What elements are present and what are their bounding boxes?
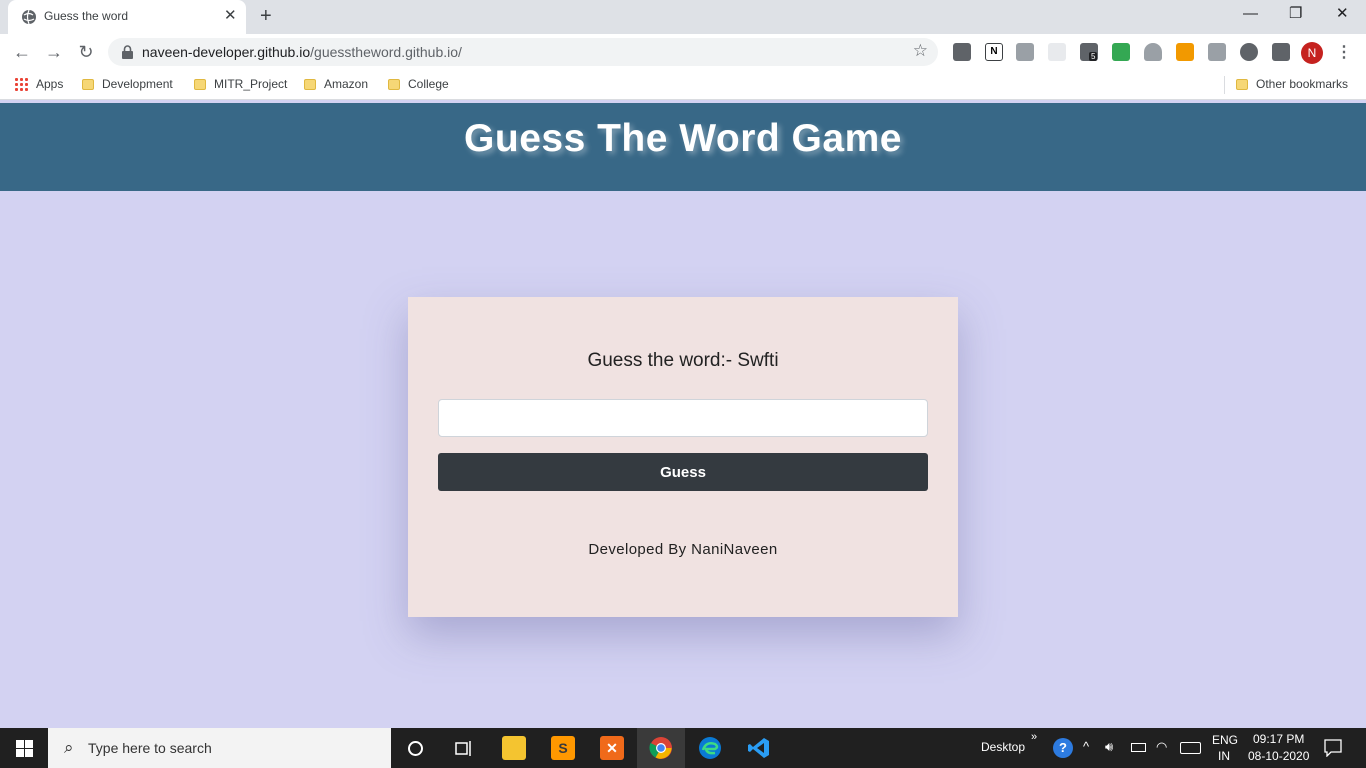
globe-icon	[22, 9, 36, 25]
start-button[interactable]	[0, 728, 48, 768]
extension-icon-1[interactable]	[953, 43, 971, 61]
guess-button[interactable]: Guess	[438, 453, 928, 491]
extension-badge-count: 5	[1089, 52, 1098, 61]
file-explorer-icon[interactable]	[502, 736, 526, 760]
browser-tabstrip: Guess the word ✕ + — ❐ ✕	[0, 0, 1366, 34]
browser-menu-icon[interactable]: ⋮	[1336, 42, 1352, 62]
guess-input[interactable]	[438, 399, 928, 437]
browser-toolbar: ← → ↻ naveen-developer.github.io/guessth…	[0, 34, 1366, 70]
puzzle-icon[interactable]	[1272, 43, 1290, 61]
bookmark-star-icon[interactable]: ☆	[913, 41, 928, 61]
bookmarks-bar: Apps Development MITR_Project Amazon Col…	[0, 70, 1366, 100]
show-hidden-icons-chevron-icon[interactable]: ^	[1083, 739, 1089, 754]
folder-icon	[388, 79, 400, 90]
apps-grid-icon	[14, 77, 28, 91]
download-icon[interactable]	[1144, 43, 1162, 61]
edge-icon[interactable]	[698, 736, 722, 760]
bookmark-other[interactable]: Other bookmarks	[1236, 77, 1348, 91]
bookmark-label: Other bookmarks	[1256, 77, 1349, 91]
wifi-icon[interactable]: ◠	[1156, 739, 1167, 755]
bookmark-label: MITR_Project	[214, 77, 288, 91]
extension-icon-circle[interactable]	[1240, 43, 1258, 61]
xampp-icon[interactable]: ✕	[600, 736, 624, 760]
vscode-icon[interactable]	[747, 736, 771, 760]
bookmark-label: College	[408, 77, 449, 91]
page-header: Guess The Word Game	[0, 103, 1366, 191]
restore-button[interactable]: ❐	[1289, 4, 1302, 24]
lock-icon	[122, 45, 133, 59]
url-host: naveen-developer.github.io	[142, 44, 311, 60]
minimize-button[interactable]: —	[1243, 4, 1258, 24]
bookmark-amazon[interactable]: Amazon	[304, 77, 368, 91]
bookmark-apps[interactable]: Apps	[14, 77, 63, 91]
game-card: Guess the word:- Swfti Guess Developed B…	[408, 297, 958, 617]
extension-icon-orange[interactable]	[1176, 43, 1194, 61]
clock-time[interactable]: 09:17 PM	[1253, 732, 1304, 746]
region-label[interactable]: IN	[1218, 749, 1230, 763]
bookmark-college[interactable]: College	[388, 77, 449, 91]
folder-icon	[194, 79, 206, 90]
folder-icon	[304, 79, 316, 90]
extension-icon-r[interactable]	[1208, 43, 1226, 61]
search-icon: ⌕	[64, 738, 74, 757]
tab-close-icon[interactable]: ✕	[224, 8, 237, 24]
taskbar-search[interactable]: ⌕ Type here to search	[48, 728, 391, 768]
notifications-icon[interactable]	[1324, 739, 1342, 757]
sublime-text-icon[interactable]: S	[551, 736, 575, 760]
volume-icon[interactable]: 🔊︎	[1105, 739, 1113, 755]
bookmark-mitr-project[interactable]: MITR_Project	[194, 77, 287, 91]
address-bar[interactable]: naveen-developer.github.io/guesstheword.…	[108, 38, 938, 66]
url-path: /guesstheword.github.io/	[310, 44, 462, 60]
close-window-button[interactable]: ✕	[1336, 4, 1349, 24]
search-placeholder: Type here to search	[88, 740, 212, 756]
clock-date[interactable]: 08-10-2020	[1248, 749, 1309, 763]
word-prompt: Guess the word:- Swfti	[587, 350, 779, 371]
tab-title: Guess the word	[44, 9, 129, 23]
toolbar-chevron-icon[interactable]: »	[1031, 731, 1037, 743]
windows-taskbar: ⌕ Type here to search S ✕ Desktop » ? ^ …	[0, 728, 1366, 768]
extension-icon-grid[interactable]	[1048, 43, 1066, 61]
extension-icon-badge[interactable]: 5	[1080, 43, 1098, 61]
forward-button[interactable]: →	[42, 41, 66, 63]
bookmarks-divider	[1224, 76, 1225, 94]
new-tab-button[interactable]: +	[260, 5, 272, 27]
folder-icon	[82, 79, 94, 90]
developer-credit: Developed By NaniNaveen	[588, 541, 778, 558]
browser-tab[interactable]: Guess the word ✕	[8, 0, 246, 34]
back-button[interactable]: ←	[10, 41, 34, 63]
help-icon[interactable]: ?	[1053, 738, 1073, 758]
profile-avatar[interactable]: N	[1301, 42, 1323, 64]
chrome-icon	[649, 737, 672, 759]
windows-logo-icon	[16, 740, 33, 757]
cortana-icon[interactable]	[407, 740, 424, 757]
battery-icon[interactable]	[1131, 743, 1146, 752]
bookmark-label: Amazon	[324, 77, 369, 91]
language-label[interactable]: ENG	[1212, 733, 1238, 747]
url-text[interactable]: naveen-developer.github.io/guesstheword.…	[142, 44, 462, 60]
task-view-icon[interactable]	[455, 740, 473, 757]
camera-icon[interactable]	[1016, 43, 1034, 61]
desktop-toolbar-label[interactable]: Desktop	[981, 740, 1025, 754]
reload-button[interactable]: ↻	[74, 41, 98, 63]
bookmark-label: Apps	[36, 77, 64, 91]
extension-icon-nj[interactable]: N	[985, 43, 1003, 61]
bookmark-label: Development	[102, 77, 173, 91]
keyboard-icon[interactable]	[1180, 742, 1201, 754]
folder-icon	[1236, 79, 1248, 90]
page-title: Guess The Word Game	[464, 117, 902, 160]
tv-icon[interactable]	[1112, 43, 1130, 61]
bookmark-development[interactable]: Development	[82, 77, 173, 91]
